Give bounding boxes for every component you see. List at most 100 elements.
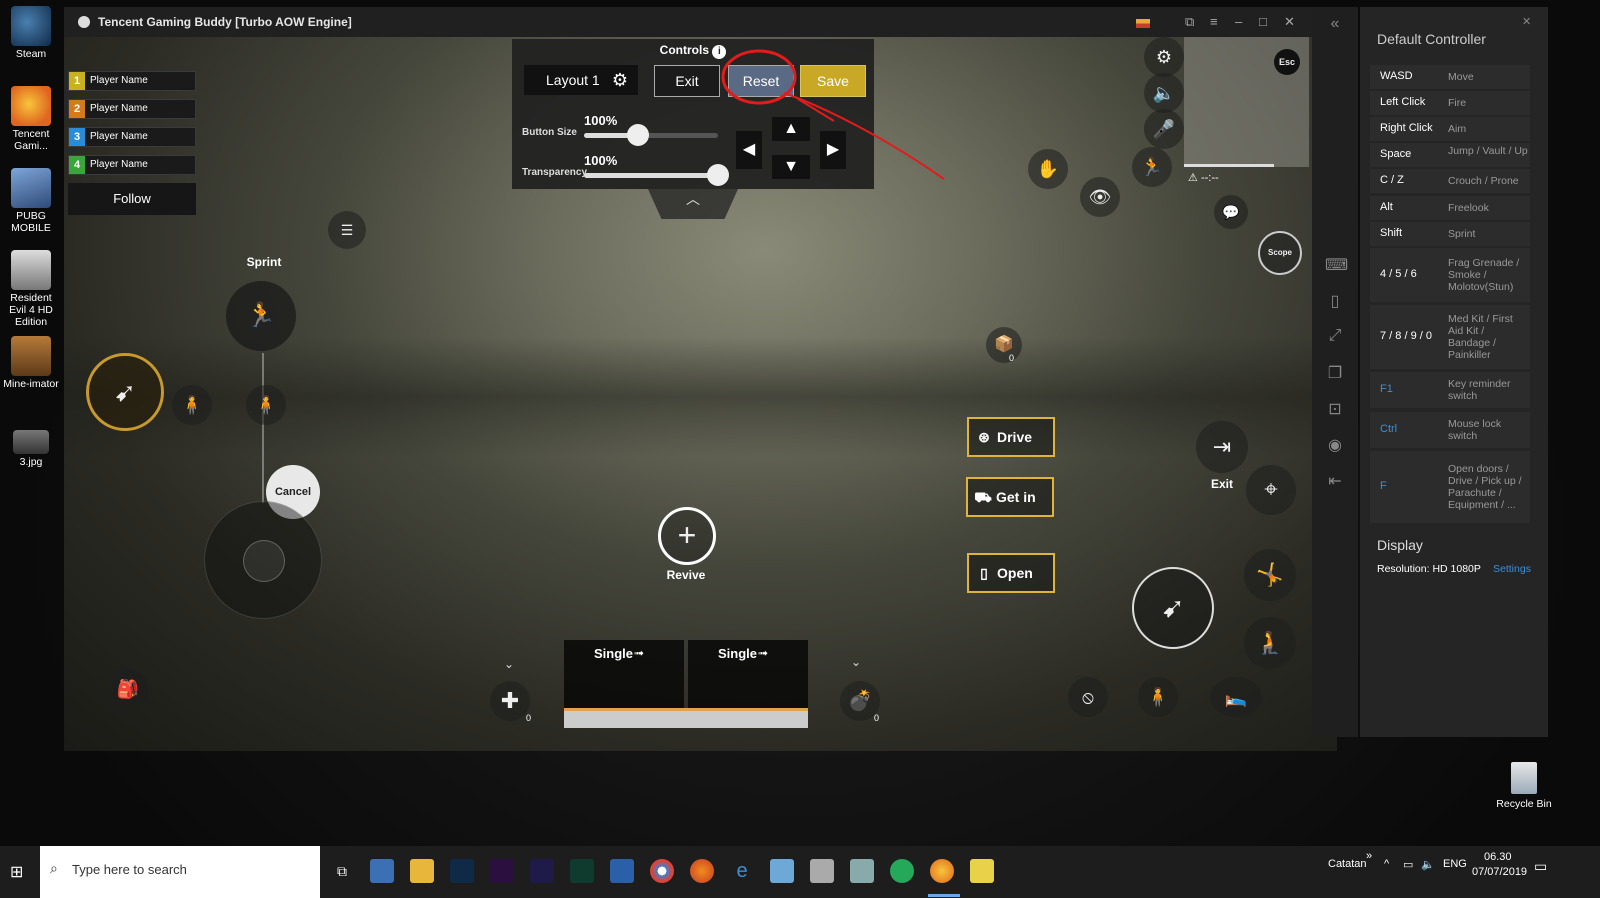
annotation-arrow <box>797 98 835 122</box>
movement-joystick[interactable] <box>204 501 322 619</box>
prone-icon[interactable]: 🛌 <box>1210 677 1262 717</box>
close-icon[interactable]: ✕ <box>1284 14 1295 30</box>
follow-button[interactable]: Follow <box>68 183 196 215</box>
bird-app-icon[interactable] <box>850 859 874 883</box>
weapon-slot-1[interactable]: Single ➟ <box>564 640 684 710</box>
menu-icon[interactable]: ≡ <box>1210 14 1218 29</box>
lean-icon[interactable]: 🧍 <box>246 385 286 425</box>
loot-crate-icon[interactable]: 📦 <box>986 327 1022 363</box>
game-viewport[interactable]: 1 Player Name 2 Player Name 3 Player Nam… <box>64 37 1337 751</box>
hand-icon[interactable]: ✋ <box>1028 149 1068 189</box>
exit-vehicle-button[interactable]: ⇥ <box>1196 421 1248 473</box>
chat-icon[interactable]: 💬 <box>1214 195 1248 229</box>
audition-icon[interactable] <box>570 859 594 883</box>
settings-link[interactable]: Settings <box>1493 563 1531 575</box>
crouch-right-icon[interactable]: 🧎 <box>1244 617 1296 669</box>
collapse-double-chevron-icon[interactable]: « <box>1325 15 1345 35</box>
joystick-knob[interactable] <box>243 540 285 582</box>
record-icon[interactable]: ◉ <box>1325 435 1345 455</box>
desktop-icon-image-file[interactable]: 3.jpg <box>2 430 60 468</box>
backpack-list-icon[interactable]: ☰ <box>328 211 366 249</box>
chevron-down-icon[interactable]: ⌄ <box>851 655 861 669</box>
taskbar-search-box[interactable]: ⌕ Type here to search <box>40 846 320 898</box>
photoshop-icon[interactable] <box>450 859 474 883</box>
store-icon[interactable] <box>370 859 394 883</box>
notes-icon[interactable] <box>770 859 794 883</box>
multi-window-icon[interactable]: ❐ <box>1325 363 1345 383</box>
premiere-icon[interactable] <box>490 859 514 883</box>
word-icon[interactable] <box>610 859 634 883</box>
medkit-icon[interactable]: ✚ <box>490 681 530 721</box>
sprint-button[interactable]: 🏃 <box>226 281 296 351</box>
key-mapping-row: Space Jump / Vault / Up <box>1370 143 1530 167</box>
restore-window-icon[interactable]: ⧉ <box>1185 14 1194 30</box>
scope-button[interactable]: Scope <box>1258 231 1302 275</box>
tencent-taskbar-icon[interactable] <box>930 859 954 883</box>
cloud-app-icon[interactable] <box>810 859 834 883</box>
tray-chevron-up-icon[interactable]: ^ <box>1384 858 1389 870</box>
network-icon[interactable]: ▭ <box>1403 858 1413 871</box>
gear-icon[interactable]: ⚙ <box>612 65 628 95</box>
chevron-down-icon[interactable]: ⌄ <box>504 657 514 671</box>
slider-knob[interactable] <box>626 124 649 146</box>
screenshot-icon[interactable]: ⊡ <box>1325 399 1345 419</box>
transparency-slider[interactable] <box>584 164 729 186</box>
settings-gear-icon[interactable]: ⚙ <box>1144 37 1184 77</box>
button-size-value: 100% <box>584 113 618 128</box>
file-explorer-icon[interactable] <box>410 859 434 883</box>
desktop-icon-mine-imator[interactable]: Mine-imator <box>2 336 60 390</box>
notifications-icon[interactable]: ▭ <box>1534 858 1547 875</box>
speaker-icon[interactable]: 🔈 <box>1144 73 1184 113</box>
gift-icon[interactable] <box>1136 19 1150 28</box>
layout-selector[interactable]: Layout 1 ⚙ <box>524 65 638 95</box>
keyboard-icon[interactable]: ⌨ <box>1325 255 1348 275</box>
esc-button[interactable]: Esc <box>1274 49 1300 75</box>
clock-date[interactable]: 07/07/2019 <box>1472 866 1527 878</box>
get-in-button[interactable]: ⛟ Get in <box>966 477 1054 517</box>
revive-button[interactable]: + <box>658 507 716 565</box>
stand-icon[interactable]: 🧍 <box>1138 677 1178 717</box>
fire-button-right[interactable]: ➹ <box>1132 567 1214 649</box>
close-panel-icon[interactable]: ✕ <box>1522 15 1531 28</box>
reload-icon[interactable]: ⦸ <box>1068 677 1108 717</box>
aim-crosshair-icon[interactable]: ⌖ <box>1246 465 1296 515</box>
after-effects-icon[interactable] <box>530 859 554 883</box>
windows-start-icon[interactable]: ⊞ <box>10 862 23 882</box>
fullscreen-icon[interactable]: ⤢ <box>1325 327 1345 347</box>
task-view-icon[interactable]: ⧉ <box>330 859 354 883</box>
jump-icon[interactable]: 🤸 <box>1244 549 1296 601</box>
desktop-icon-resident-evil[interactable]: Resident Evil 4 HD Edition <box>2 250 60 328</box>
key-mapping-row: Right Click Aim <box>1370 117 1530 141</box>
open-door-button[interactable]: ▯ Open <box>967 553 1055 593</box>
layout-label[interactable]: Catatan <box>1328 858 1367 870</box>
shake-icon[interactable]: ▯ <box>1325 291 1345 311</box>
edge-icon[interactable]: e <box>730 859 754 883</box>
collapse-panel-button[interactable]: ︿ <box>648 189 738 219</box>
freelook-eye-icon[interactable]: 👁 <box>1080 177 1120 217</box>
firefox-icon[interactable] <box>690 859 714 883</box>
maximize-icon[interactable]: □ <box>1259 14 1267 29</box>
volume-icon[interactable]: 🔈 <box>1421 858 1435 871</box>
display-title: Display <box>1377 537 1423 553</box>
sticky-notes-icon[interactable] <box>970 859 994 883</box>
weapon-slot-2[interactable]: Single ➟ <box>688 640 808 710</box>
sprint-auto-icon[interactable]: 🏃 <box>1132 147 1172 187</box>
fire-button-left[interactable]: ➹ <box>86 353 164 431</box>
recycle-bin[interactable]: Recycle Bin <box>1496 762 1552 810</box>
microphone-icon[interactable]: 🎤 <box>1144 109 1184 149</box>
desktop-icon-tencent[interactable]: Tencent Gami... <box>2 86 60 152</box>
clock-time[interactable]: 06.30 <box>1484 851 1512 863</box>
button-size-slider[interactable] <box>584 124 718 146</box>
crouch-icon[interactable]: 🧍 <box>172 385 212 425</box>
desktop-icon-steam[interactable]: Steam <box>2 6 60 60</box>
tray-expand-icon[interactable]: » <box>1366 850 1372 862</box>
exit-button[interactable]: Exit <box>654 65 720 97</box>
minimize-icon[interactable]: – <box>1235 14 1242 29</box>
language-indicator[interactable]: ENG <box>1443 858 1467 870</box>
chrome-icon[interactable] <box>650 859 674 883</box>
whatsapp-icon[interactable] <box>890 859 914 883</box>
inventory-bag-icon[interactable]: 🎒 <box>108 669 148 709</box>
drive-button[interactable]: ⊛ Drive <box>967 417 1055 457</box>
desktop-icon-pubg[interactable]: PUBG MOBILE <box>2 168 60 234</box>
exit-app-icon[interactable]: ⇤ <box>1325 471 1345 491</box>
